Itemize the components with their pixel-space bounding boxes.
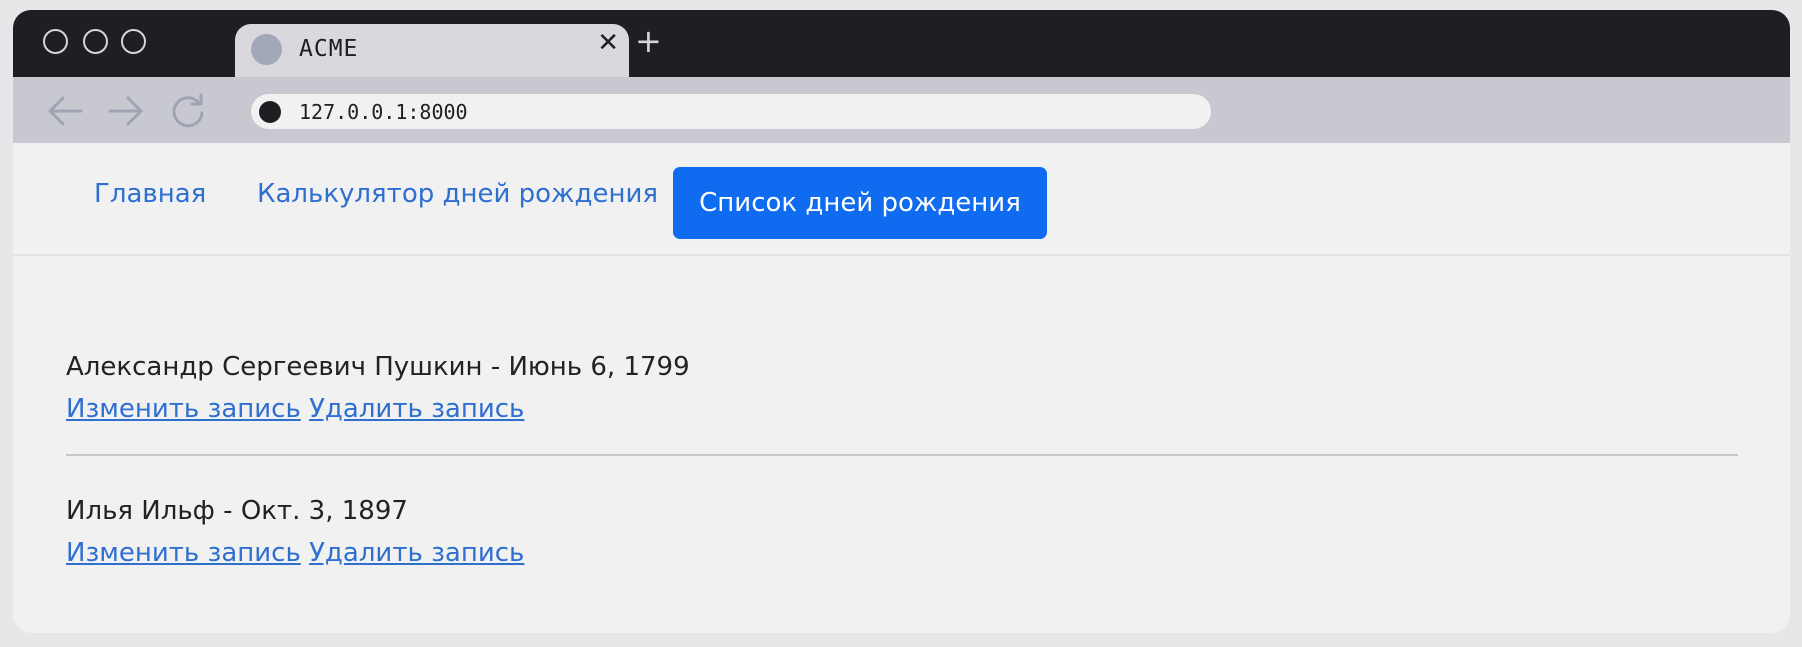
- nav-home-link[interactable]: Главная: [94, 179, 206, 209]
- tab-close-icon[interactable]: ✕: [597, 28, 619, 58]
- nav-calculator-link[interactable]: Калькулятор дней рождения: [257, 179, 658, 209]
- close-window-icon[interactable]: [43, 29, 68, 54]
- browser-toolbar: 127.0.0.1:8000: [13, 77, 1790, 143]
- nav-list-button[interactable]: Список дней рождения: [673, 167, 1047, 239]
- entry-text-2: Илья Ильф - Окт. 3, 1897: [66, 496, 408, 526]
- title-bar: ACME ✕ +: [13, 10, 1790, 77]
- address-bar[interactable]: 127.0.0.1:8000: [251, 94, 1211, 129]
- reload-icon[interactable]: [168, 91, 208, 131]
- entry-actions-1: Изменить запись Удалить запись: [66, 394, 524, 424]
- minimize-window-icon[interactable]: [83, 29, 108, 54]
- site-info-icon[interactable]: [259, 101, 281, 123]
- delete-entry-link[interactable]: Удалить запись: [309, 538, 524, 568]
- browser-tab[interactable]: ACME ✕: [235, 24, 629, 77]
- maximize-window-icon[interactable]: [121, 29, 146, 54]
- edit-entry-link[interactable]: Изменить запись: [66, 394, 301, 424]
- tab-title: ACME: [299, 36, 359, 62]
- site-navbar: Главная Калькулятор дней рождения Список…: [13, 143, 1790, 256]
- entry-text-1: Александр Сергеевич Пушкин - Июнь 6, 179…: [66, 352, 690, 382]
- forward-arrow-icon[interactable]: [106, 91, 146, 131]
- edit-entry-link[interactable]: Изменить запись: [66, 538, 301, 568]
- delete-entry-link[interactable]: Удалить запись: [309, 394, 524, 424]
- address-url: 127.0.0.1:8000: [299, 100, 468, 124]
- birthday-list: Александр Сергеевич Пушкин - Июнь 6, 179…: [13, 256, 1790, 633]
- new-tab-icon[interactable]: +: [635, 25, 662, 57]
- entry-actions-2: Изменить запись Удалить запись: [66, 538, 524, 568]
- entry-divider: [66, 454, 1738, 456]
- browser-window: ACME ✕ + 127.0.0.1:8000 Главная Калькуля…: [13, 10, 1790, 633]
- back-arrow-icon[interactable]: [45, 91, 85, 131]
- favicon-icon: [251, 34, 282, 65]
